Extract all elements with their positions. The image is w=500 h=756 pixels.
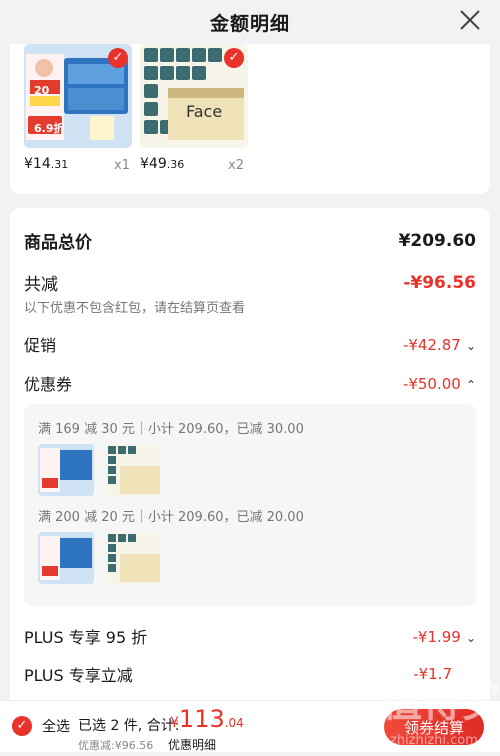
product-image-vinda[interactable]: 6.9折 20 ✓ — [24, 44, 132, 148]
close-icon[interactable] — [458, 8, 482, 32]
chevron-down-icon[interactable]: ⌄ — [466, 631, 476, 645]
coupon-value: -¥50.00 — [402, 374, 461, 393]
badge-small: 20 — [34, 84, 50, 97]
coupon-title-2: 满 200 减 20 元｜小计 209.60，已减 20.00 — [38, 510, 304, 525]
reduce-value: -¥96.56 — [403, 272, 476, 293]
coupon-product-thumb — [38, 444, 94, 496]
header: 金额明细 — [0, 0, 500, 44]
chevron-up-icon[interactable]: ⌃ — [466, 378, 476, 392]
checkout-bar: ✓ 全选 已选 2 件, 合计: ¥113.04 优惠减:¥96.56 优惠明细… — [0, 700, 500, 752]
product-qty-2: x2 — [228, 158, 244, 173]
product-image-face[interactable]: Face ✓ — [140, 44, 248, 148]
summary-card: 商品总价 ¥209.60 共减 -¥96.56 以下优惠不包含红包，请在结算页查… — [10, 208, 490, 708]
plus95-value: -¥1.99 — [412, 627, 461, 646]
reduce-label: 共减 — [24, 275, 58, 295]
total-row: 商品总价 ¥209.60 — [24, 228, 476, 254]
coupon-row[interactable]: 优惠券 -¥50.00 ⌃ — [24, 371, 476, 395]
promo-label: 促销 — [24, 336, 57, 355]
discount-detail-link[interactable]: 优惠明细 — [168, 736, 216, 753]
discount-total: 优惠减:¥96.56 — [78, 739, 154, 752]
total-label: 商品总价 — [24, 233, 92, 253]
coupon-product-thumb — [106, 444, 162, 496]
plus95-label: PLUS 专享 95 折 — [24, 628, 148, 647]
coupon-value-group: -¥50.00 ⌃ — [403, 374, 476, 393]
coupon-detail-box: 满 169 减 30 元｜小计 209.60，已减 30.00 满 200 减 … — [24, 404, 476, 606]
discount-badge: 6.9折 — [34, 122, 65, 135]
plus-reduce-row[interactable]: PLUS 专享立减 -¥1.7 — [24, 662, 476, 686]
coupon-product-thumb — [106, 532, 162, 584]
select-all-check-icon[interactable]: ✓ — [12, 716, 32, 736]
product-card: 6.9折 20 ✓ Face ✓ ¥14.31 x1 ¥49.36 x2 — [10, 44, 490, 194]
plus-reduce-value: -¥1.7 — [413, 665, 452, 683]
checkout-button[interactable]: 领券结算 — [384, 709, 484, 745]
total-value: ¥209.60 — [398, 230, 476, 251]
plus-reduce-label: PLUS 专享立减 — [24, 666, 133, 685]
page-title: 金额明细 — [209, 12, 290, 35]
brand-label: Face — [186, 102, 223, 121]
coupon-label: 优惠券 — [24, 375, 73, 394]
selected-check-icon[interactable]: ✓ — [108, 48, 128, 68]
selected-check-icon[interactable]: ✓ — [224, 48, 244, 68]
plus95-value-group: -¥1.99 ⌄ — [412, 627, 476, 646]
promo-value: -¥42.87 — [402, 335, 461, 354]
coupon-product-thumb — [38, 532, 94, 584]
reduce-note: 以下优惠不包含红包，请在结算页查看 — [24, 301, 246, 316]
reduce-row: 共减 -¥96.56 — [24, 270, 476, 296]
coupon-title-1: 满 169 减 30 元｜小计 209.60，已减 30.00 — [38, 422, 304, 437]
product-price-2: ¥49.36 — [140, 156, 185, 172]
checkout-total: ¥113.04 — [170, 705, 244, 733]
selected-count: 已选 2 件, 合计: — [78, 718, 180, 734]
product-qty-1: x1 — [114, 158, 130, 173]
promo-value-group: -¥42.87 ⌄ — [403, 335, 476, 354]
select-all-label[interactable]: 全选 — [42, 716, 70, 736]
chevron-down-icon[interactable]: ⌄ — [466, 339, 476, 353]
product-price-1: ¥14.31 — [24, 156, 69, 172]
promo-row[interactable]: 促销 -¥42.87 ⌄ — [24, 332, 476, 356]
plus95-row[interactable]: PLUS 专享 95 折 -¥1.99 ⌄ — [24, 624, 476, 648]
